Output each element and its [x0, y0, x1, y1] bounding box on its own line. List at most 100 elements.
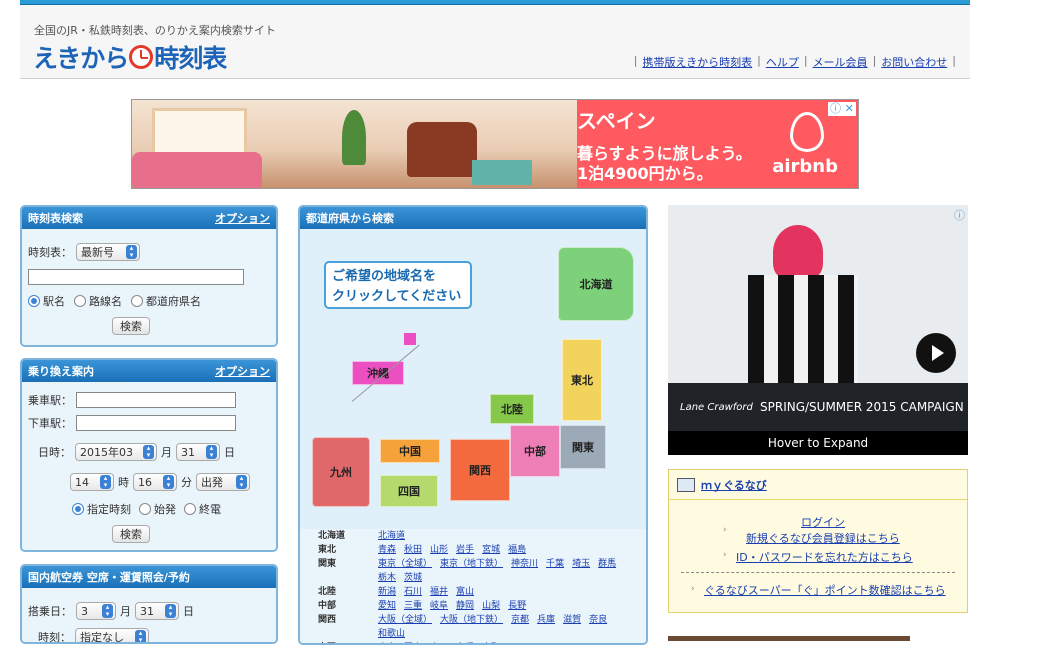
pref-link[interactable]: 鳥取	[482, 641, 500, 643]
flight-month-select[interactable]: 3 ▴ ▾	[76, 602, 116, 620]
region-shikoku[interactable]: 四国	[380, 475, 438, 507]
pref-link[interactable]: 秋田	[404, 543, 422, 557]
pref-link[interactable]: 千葉	[546, 557, 564, 571]
help-link[interactable]: ヘルプ	[766, 54, 799, 70]
pref-link[interactable]: 京都	[511, 613, 529, 627]
forgot-password-link[interactable]: ID・パスワードを忘れた方はこちら	[736, 549, 913, 565]
from-station-label: 乗車駅：	[28, 394, 72, 407]
chevron-right-icon: ›	[691, 584, 695, 594]
pref-link[interactable]: 和歌山	[378, 627, 405, 641]
year-month-select[interactable]: 2015年03 ▴ ▾	[75, 443, 157, 461]
timetable-label: 時刻表：	[28, 246, 72, 259]
pref-link[interactable]: 山口	[430, 641, 448, 643]
transfer-option-link[interactable]: オプション	[215, 363, 270, 379]
pref-link[interactable]: 岡山	[404, 641, 422, 643]
region-hokkaido[interactable]: 北海道	[558, 247, 634, 321]
airbnb-ad-banner[interactable]: スペイン 暮らすように旅しよう。 1泊4900円から。 airbnb ⓘ ✕	[131, 99, 859, 189]
pref-link[interactable]: 長野	[508, 599, 526, 613]
okinawa-island-marker[interactable]	[404, 333, 416, 345]
pref-link[interactable]: 宮城	[482, 543, 500, 557]
hour-select[interactable]: 14 ▴ ▾	[70, 473, 114, 491]
pref-link[interactable]: 新潟	[378, 585, 396, 599]
pref-link[interactable]: 富山	[456, 585, 474, 599]
pref-link[interactable]: 福井	[430, 585, 448, 599]
pref-link[interactable]: 岐阜	[430, 599, 448, 613]
timetable-option-link[interactable]: オプション	[215, 210, 270, 226]
day-select[interactable]: 31 ▴ ▾	[176, 443, 220, 461]
pref-link[interactable]: 福島	[508, 543, 526, 557]
hover-to-expand[interactable]: Hover to Expand	[668, 431, 968, 455]
departure-mode-select[interactable]: 出発 ▴ ▾	[196, 473, 250, 491]
region-hokuriku[interactable]: 北陸	[490, 394, 534, 424]
pref-link[interactable]: 茨城	[404, 571, 422, 585]
airbnb-logo-icon	[790, 112, 824, 152]
region-row: 北陸 新潟 石川 福井 富山	[318, 585, 475, 599]
site-logo[interactable]: えきから 時刻表	[33, 39, 227, 75]
prefecture-map-panel: 都道府県から検索 ご希望の地域名を クリックしてください 北海道 東北 北陸 関…	[298, 205, 648, 645]
radio-specified-time[interactable]	[72, 503, 84, 515]
pref-link[interactable]: 島根	[456, 641, 474, 643]
radio-last-train[interactable]	[184, 503, 196, 515]
ad-title: スペイン	[577, 109, 656, 133]
mygurunavi-box: ｍｙぐるなび › ログイン 新規ぐるなび会員登録はこちら › ID・パスワードを…	[668, 469, 968, 613]
region-row: 中部 愛知 三重 岐阜 静岡 山梨 長野	[318, 599, 527, 613]
from-station-input[interactable]	[76, 392, 236, 408]
pref-link[interactable]: 奈良	[589, 613, 607, 627]
pref-link[interactable]: 東京（地下鉄）	[440, 557, 503, 571]
to-station-input[interactable]	[76, 415, 236, 431]
region-tohoku[interactable]: 東北	[562, 339, 602, 421]
pref-link[interactable]: 静岡	[456, 599, 474, 613]
lane-crawford-video-ad[interactable]: Lane Crawford SPRING/SUMMER 2015 CAMPAIG…	[668, 205, 968, 455]
timetable-search-button[interactable]: 検索	[112, 317, 150, 335]
ad-info-icon[interactable]: ⓘ	[954, 207, 965, 223]
points-link[interactable]: ぐるなびスーパー「ぐ」ポイント数確認はこちら	[704, 582, 946, 598]
mygurunavi-title-link[interactable]: ｍｙぐるなび	[701, 477, 767, 493]
region-kanto[interactable]: 関東	[560, 425, 606, 469]
region-chubu[interactable]: 中部	[510, 425, 560, 477]
pref-link[interactable]: 山梨	[482, 599, 500, 613]
timetable-keyword-input[interactable]	[28, 269, 244, 285]
pref-link[interactable]: 大阪（全域）	[378, 613, 432, 627]
pref-link[interactable]: 愛知	[378, 599, 396, 613]
map-hint: ご希望の地域名を クリックしてください	[324, 261, 472, 309]
flight-day-select[interactable]: 31 ▴ ▾	[135, 602, 179, 620]
chevron-updown-icon: ▴ ▾	[163, 475, 174, 489]
radio-first-train[interactable]	[139, 503, 151, 515]
pref-link[interactable]: 大阪（地下鉄）	[440, 613, 503, 627]
pref-link[interactable]: 北海道	[378, 529, 405, 543]
timetable-edition-select[interactable]: 最新号 ▴ ▾	[76, 243, 140, 261]
ad-close-icon[interactable]: ⓘ ✕	[828, 102, 856, 116]
region-kansai[interactable]: 関西	[450, 439, 510, 501]
pref-link[interactable]: 神奈川	[511, 557, 538, 571]
pref-link[interactable]: 山形	[430, 543, 448, 557]
region-chugoku[interactable]: 中国	[380, 439, 440, 463]
pref-link[interactable]: 岩手	[456, 543, 474, 557]
pref-link[interactable]: 滋賀	[563, 613, 581, 627]
pref-link[interactable]: 石川	[404, 585, 422, 599]
pref-link[interactable]: 埼玉	[572, 557, 590, 571]
radio-line[interactable]	[74, 295, 86, 307]
pref-link[interactable]: 広島	[378, 641, 396, 643]
register-link[interactable]: 新規ぐるなび会員登録はこちら	[746, 530, 900, 546]
flight-time-select[interactable]: 指定なし ▴ ▾	[75, 628, 149, 642]
contact-link[interactable]: お問い合わせ	[881, 54, 947, 70]
transfer-search-button[interactable]: 検索	[112, 525, 150, 543]
pref-link[interactable]: 栃木	[378, 571, 396, 585]
play-icon[interactable]	[916, 333, 956, 373]
pref-link[interactable]: 三重	[404, 599, 422, 613]
login-link[interactable]: ログイン	[801, 514, 845, 530]
japan-map: ご希望の地域名を クリックしてください 北海道 東北 北陸 関東 中部 関西 中…	[300, 229, 646, 529]
minute-select[interactable]: 16 ▴ ▾	[133, 473, 177, 491]
radio-station[interactable]	[28, 295, 40, 307]
mobile-version-link[interactable]: 携帯版えきから時刻表	[642, 54, 752, 70]
chevron-updown-icon: ▴ ▾	[165, 604, 176, 618]
radio-prefecture[interactable]	[131, 295, 143, 307]
pref-link[interactable]: 兵庫	[537, 613, 555, 627]
logo-text-left: えきから	[33, 44, 129, 73]
flight-time-label: 時刻：	[38, 631, 71, 644]
region-kyushu[interactable]: 九州	[312, 437, 370, 507]
mail-member-link[interactable]: メール会員	[813, 54, 868, 70]
pref-link[interactable]: 青森	[378, 543, 396, 557]
pref-link[interactable]: 東京（全域）	[378, 557, 432, 571]
pref-link[interactable]: 群馬	[598, 557, 616, 571]
